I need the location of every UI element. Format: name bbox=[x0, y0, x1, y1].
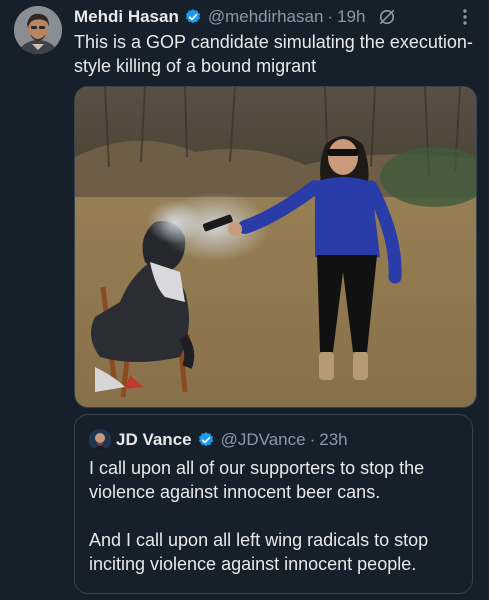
author-avatar[interactable] bbox=[14, 6, 62, 54]
quoted-paragraph-2: And I call upon all left wing radicals t… bbox=[89, 530, 429, 574]
tweet-media-image[interactable] bbox=[74, 86, 477, 408]
verified-badge-icon bbox=[197, 431, 215, 449]
quoted-author-name[interactable]: JD Vance bbox=[116, 430, 192, 450]
quoted-tweet-header: JD Vance @JDVance · 23h bbox=[89, 429, 348, 451]
separator: · bbox=[327, 7, 334, 26]
quoted-tweet-text: I call upon all of our supporters to sto… bbox=[89, 456, 464, 600]
author-handle[interactable]: @mehdirhasan bbox=[208, 7, 324, 27]
tweet-header: Mehdi Hasan @mehdirhasan · 19h bbox=[74, 6, 479, 28]
quoted-tweet[interactable]: JD Vance @JDVance · 23h I call upon all … bbox=[74, 414, 473, 594]
quoted-tweet-time[interactable]: 23h bbox=[319, 430, 347, 450]
tweet-time[interactable]: 19h bbox=[337, 7, 365, 27]
author-name[interactable]: Mehdi Hasan bbox=[74, 7, 179, 27]
verified-badge-icon bbox=[184, 8, 202, 26]
tweet-text: This is a GOP candidate simulating the e… bbox=[74, 32, 473, 76]
grok-icon[interactable] bbox=[377, 7, 397, 27]
quoted-paragraph-1: I call upon all of our supporters to sto… bbox=[89, 458, 425, 502]
quoted-author-handle[interactable]: @JDVance bbox=[221, 430, 306, 450]
more-options-icon[interactable] bbox=[455, 6, 475, 28]
separator: · bbox=[309, 430, 316, 449]
quoted-author-avatar[interactable] bbox=[89, 429, 111, 451]
